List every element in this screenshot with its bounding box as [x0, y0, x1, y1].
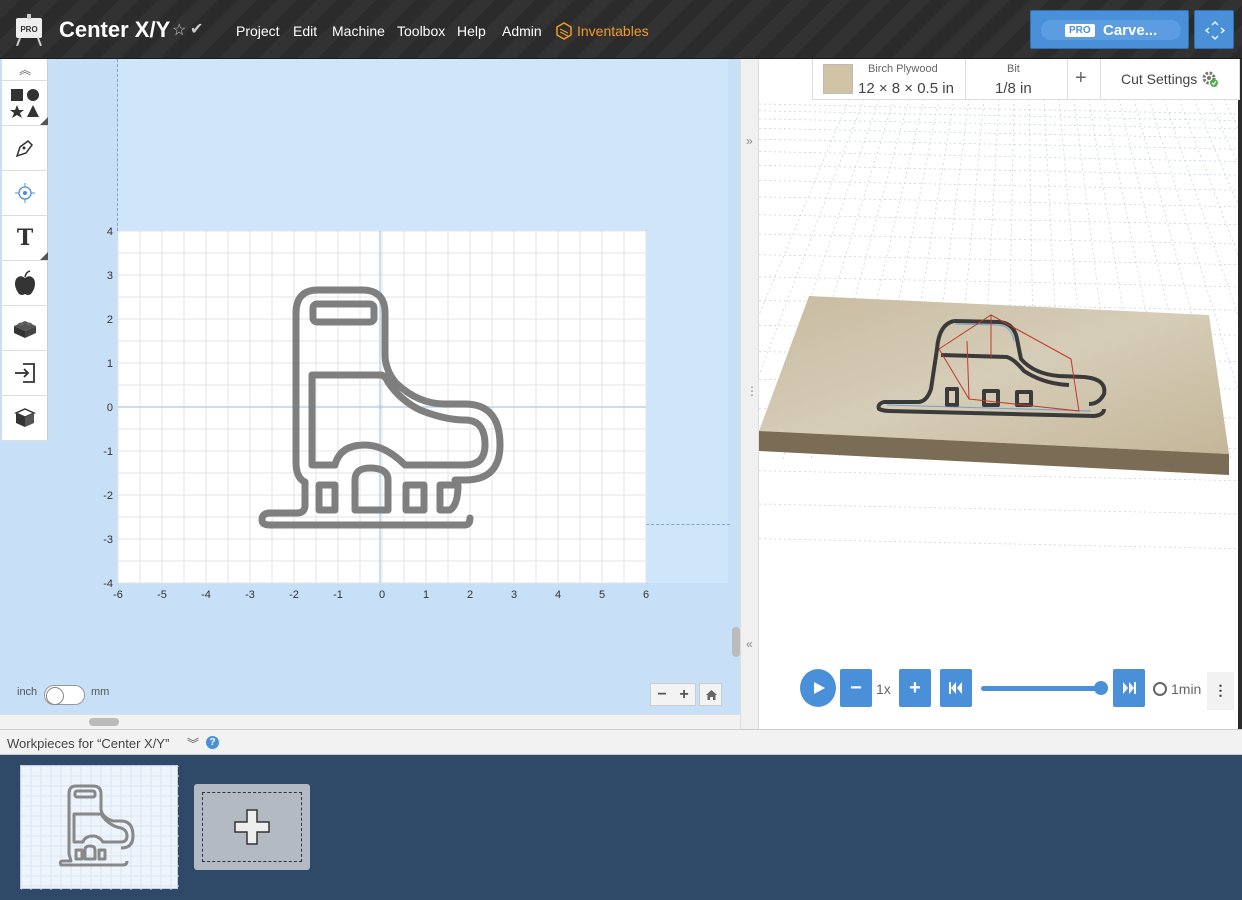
skip-forward-icon — [1123, 682, 1136, 694]
play-icon — [814, 682, 825, 694]
apps-tool[interactable] — [2, 306, 48, 351]
bricks-icon — [14, 321, 36, 338]
clock-icon — [1153, 682, 1167, 696]
material-settings-bar: Birch Plywood 12 × 8 × 0.5 in Bit 1/8 in… — [812, 59, 1240, 100]
workpieces-title: Workpieces for “Center X/Y” — [7, 736, 170, 751]
collapse-right-icon[interactable]: » — [746, 134, 753, 148]
home-view-button[interactable] — [699, 683, 722, 706]
x-tick-label: 3 — [511, 589, 517, 601]
collapse-left-icon[interactable]: « — [746, 637, 753, 651]
unit-toggle-switch[interactable] — [44, 685, 85, 705]
y-tick-label: 3 — [107, 270, 113, 282]
y-tick-label: -1 — [103, 446, 113, 458]
pro-badge: PRO — [1065, 24, 1095, 37]
material-swatch[interactable] — [823, 64, 853, 94]
chevron-down-icon[interactable]: ︾ — [187, 735, 199, 752]
vertical-scrollbar[interactable] — [732, 627, 740, 657]
progress-slider[interactable] — [981, 686, 1105, 691]
material-dimensions[interactable]: 12 × 8 × 0.5 in — [858, 80, 954, 97]
carve-button[interactable]: PRO Carve... — [1030, 10, 1189, 49]
skip-end-button[interactable] — [1113, 669, 1145, 707]
y-tick-label: -2 — [103, 490, 113, 502]
panel-splitter[interactable]: » ⋮ « — [732, 59, 759, 729]
bit-value[interactable]: 1/8 in — [995, 80, 1032, 97]
preview-3d-viewport[interactable] — [759, 59, 1238, 729]
speed-down-button[interactable]: − — [840, 669, 872, 707]
unit-mm-label: mm — [91, 686, 110, 698]
target-icon — [15, 183, 35, 203]
import-tool[interactable] — [2, 351, 48, 396]
tool-sidebar: ︽ T — [2, 59, 48, 441]
apple-icon — [15, 270, 35, 295]
y-tick-label: -3 — [103, 534, 113, 546]
carve-label: Carve... — [1103, 22, 1158, 39]
x-tick-label: 4 — [555, 589, 561, 601]
zoom-in-button[interactable]: + — [673, 684, 695, 705]
help-icon[interactable]: ? — [206, 736, 219, 749]
estimated-time: 1min — [1171, 681, 1202, 697]
add-bit-button[interactable]: + — [1075, 67, 1087, 90]
x-tick-label: 0 — [379, 589, 385, 601]
add-workpiece-button[interactable] — [194, 784, 310, 870]
y-tick-label: -4 — [103, 578, 113, 590]
skip-start-button[interactable] — [940, 669, 972, 707]
y-tick-label: 4 — [107, 226, 113, 238]
horizontal-scrollbar[interactable] — [0, 714, 740, 729]
text-icon: T — [16, 225, 34, 251]
play-button[interactable] — [800, 669, 836, 707]
canvas-grid: -6 -5 -4 -3 -2 -1 0 1 2 3 4 5 6 4 3 2 1 0 -1 -2 -3 -4 — [103, 226, 649, 601]
x-tick-label: -3 — [245, 589, 255, 601]
x-tick-label: -5 — [157, 589, 167, 601]
x-tick-label: -2 — [289, 589, 299, 601]
progress-slider-handle[interactable] — [1094, 681, 1108, 695]
plus-icon — [234, 809, 270, 845]
import-icon — [15, 363, 35, 383]
x-tick-label: 6 — [643, 589, 649, 601]
zoom-controls: − + — [650, 683, 696, 706]
collapse-toolbar-button[interactable]: ︽ — [2, 59, 48, 81]
shapes-icon — [10, 89, 39, 118]
bit-label: Bit — [1007, 63, 1020, 75]
position-tool[interactable] — [2, 171, 48, 216]
pen-icon — [15, 140, 33, 158]
unit-inch-label: inch — [17, 686, 38, 698]
x-tick-label: -6 — [113, 589, 123, 601]
workpieces-panel — [0, 755, 1242, 900]
workpiece-thumbnail[interactable] — [20, 765, 179, 890]
x-tick-label: 5 — [599, 589, 605, 601]
3d-tool[interactable] — [2, 396, 48, 441]
cut-settings-button[interactable]: Cut Settings — [1121, 71, 1197, 87]
home-icon — [706, 690, 717, 700]
icon-library-tool[interactable] — [2, 261, 48, 306]
y-tick-label: 2 — [107, 314, 113, 326]
workpieces-header: Workpieces for “Center X/Y” ︾ ? — [0, 729, 1242, 755]
fullscreen-button[interactable] — [1194, 10, 1234, 49]
gear-icon — [1202, 71, 1218, 87]
y-tick-label: 1 — [107, 358, 113, 370]
cube-icon — [14, 408, 36, 427]
skip-back-icon — [949, 682, 962, 694]
x-tick-label: -4 — [201, 589, 211, 601]
playback-speed: 1x — [876, 681, 891, 697]
y-tick-label: 0 — [107, 402, 113, 414]
text-tool[interactable]: T — [2, 216, 48, 261]
x-tick-label: 1 — [423, 589, 429, 601]
expand-arrows-icon — [1204, 21, 1226, 40]
zoom-out-button[interactable]: − — [651, 684, 673, 705]
more-options-button[interactable]: ⋮ — [1207, 672, 1234, 710]
material-name[interactable]: Birch Plywood — [868, 63, 938, 75]
speed-up-button[interactable]: + — [899, 669, 931, 707]
shapes-tool[interactable] — [2, 81, 48, 126]
drag-handle-icon[interactable]: ⋮ — [746, 384, 758, 398]
x-tick-label: 2 — [467, 589, 473, 601]
pen-tool[interactable] — [2, 126, 48, 171]
x-tick-label: -1 — [333, 589, 343, 601]
